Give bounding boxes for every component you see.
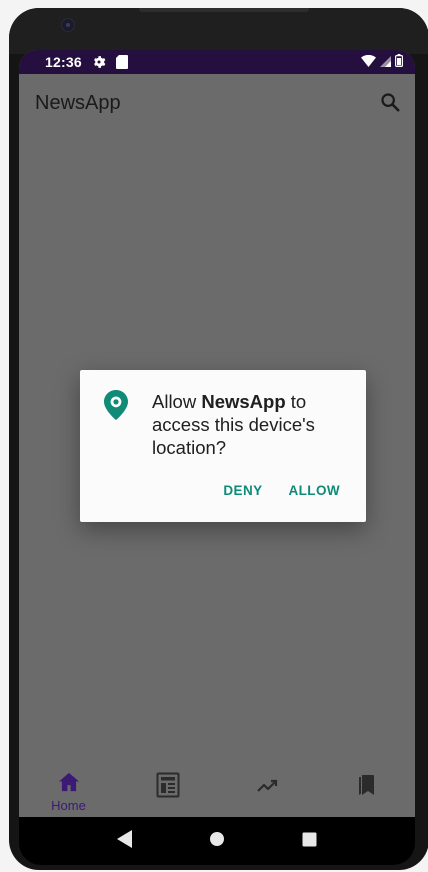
status-time: 12:36 (45, 54, 82, 70)
dialog-app-name: NewsApp (201, 391, 286, 412)
dialog-actions: DENY ALLOW (223, 483, 340, 498)
dialog-message: Allow NewsApp to access this device's lo… (152, 390, 352, 459)
allow-button[interactable]: ALLOW (289, 483, 341, 498)
nav-item-bookmarks[interactable] (316, 750, 415, 817)
sd-card-icon (115, 55, 128, 69)
nav-label-home: Home (51, 798, 86, 813)
recents-icon[interactable] (302, 832, 317, 851)
newspaper-icon (156, 772, 180, 802)
back-icon[interactable] (117, 830, 133, 852)
status-right-icons (361, 54, 404, 71)
wifi-icon (361, 54, 376, 71)
bottom-navigation: Home (19, 750, 415, 817)
location-permission-dialog: Allow NewsApp to access this device's lo… (80, 370, 366, 522)
status-bar: 12:36 (19, 50, 415, 74)
location-pin-icon (104, 390, 130, 420)
app-bar: NewsApp (19, 74, 415, 130)
nav-item-trending[interactable] (217, 750, 316, 817)
speaker-grille (139, 8, 309, 12)
trending-icon (255, 772, 279, 802)
app-title: NewsApp (35, 92, 121, 114)
search-icon[interactable] (379, 91, 403, 115)
nav-item-home[interactable]: Home (19, 750, 118, 817)
home-icon (58, 772, 80, 796)
bookmarks-icon (354, 772, 378, 802)
dialog-message-prefix: Allow (152, 391, 202, 412)
top-bezel (9, 8, 428, 54)
system-navigation-bar (19, 817, 415, 865)
signal-icon (380, 55, 391, 71)
battery-icon (395, 54, 404, 71)
nav-item-newspaper[interactable] (118, 750, 217, 817)
camera-icon (61, 18, 75, 32)
deny-button[interactable]: DENY (223, 483, 262, 498)
home-circle-icon[interactable] (209, 831, 225, 851)
gear-icon (92, 55, 106, 69)
